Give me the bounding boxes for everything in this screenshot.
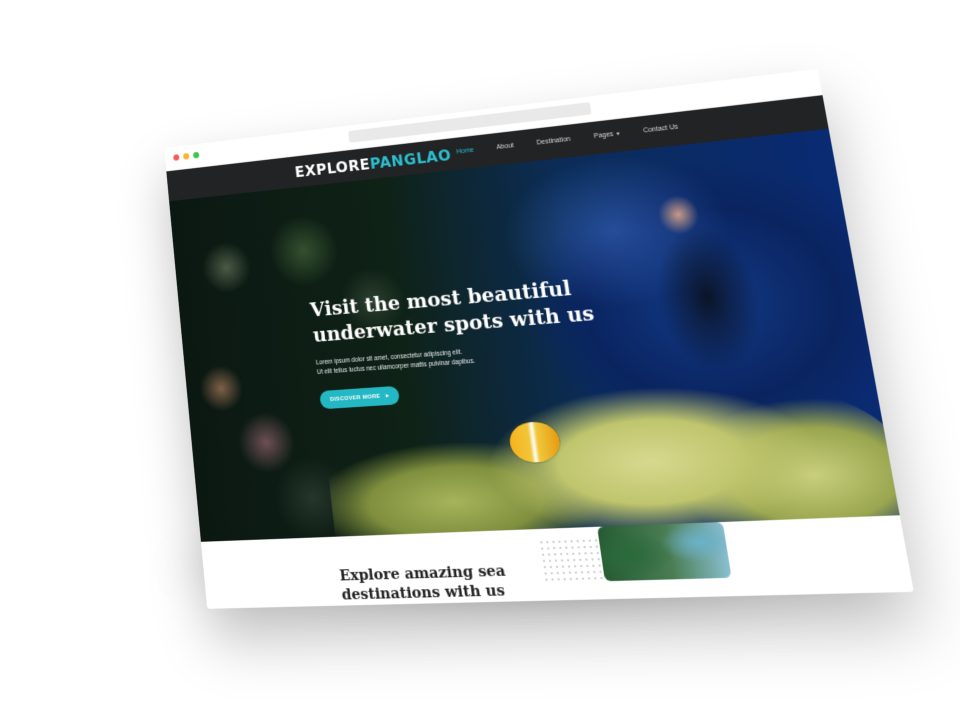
nav-link-destination[interactable]: Destination — [536, 136, 571, 146]
discover-more-label: DISCOVER MORE — [330, 393, 381, 402]
minimize-window-dot[interactable] — [183, 153, 189, 160]
nav-link-pages[interactable]: Pages ▾ — [593, 130, 620, 140]
close-window-dot[interactable] — [173, 154, 179, 161]
logo-main-text: EXPLORE — [294, 155, 371, 181]
nav-link-about[interactable]: About — [496, 142, 514, 150]
caret-right-icon: ▸ — [385, 392, 389, 399]
chevron-down-icon: ▾ — [616, 130, 620, 137]
stage: EXPLOREPANGLAO Home About Destination Pa… — [0, 0, 960, 720]
hero-description: Lorem ipsum dolor sit amet, consectetur … — [316, 345, 505, 378]
nav-link-contact[interactable]: Contact Us — [643, 124, 679, 135]
section-title-line2: destinations with us — [341, 581, 506, 604]
nav-link-home[interactable]: Home — [456, 147, 474, 155]
nav-link-home-label: Home — [456, 147, 474, 155]
hero-section: Visit the most beautiful underwater spot… — [169, 129, 900, 542]
maximize-window-dot[interactable] — [193, 152, 199, 159]
nav-link-contact-label: Contact Us — [643, 124, 679, 135]
section-title: Explore amazing sea destinations with us — [339, 561, 527, 605]
tropical-beach-photo — [597, 522, 731, 581]
nav-link-destination-label: Destination — [536, 136, 571, 146]
nav-link-pages-label: Pages — [593, 131, 614, 140]
browser-mockup: EXPLOREPANGLAO Home About Destination Pa… — [164, 69, 914, 609]
logo-accent-text: PANGLAO — [369, 146, 452, 173]
nav-link-about-label: About — [496, 142, 514, 150]
